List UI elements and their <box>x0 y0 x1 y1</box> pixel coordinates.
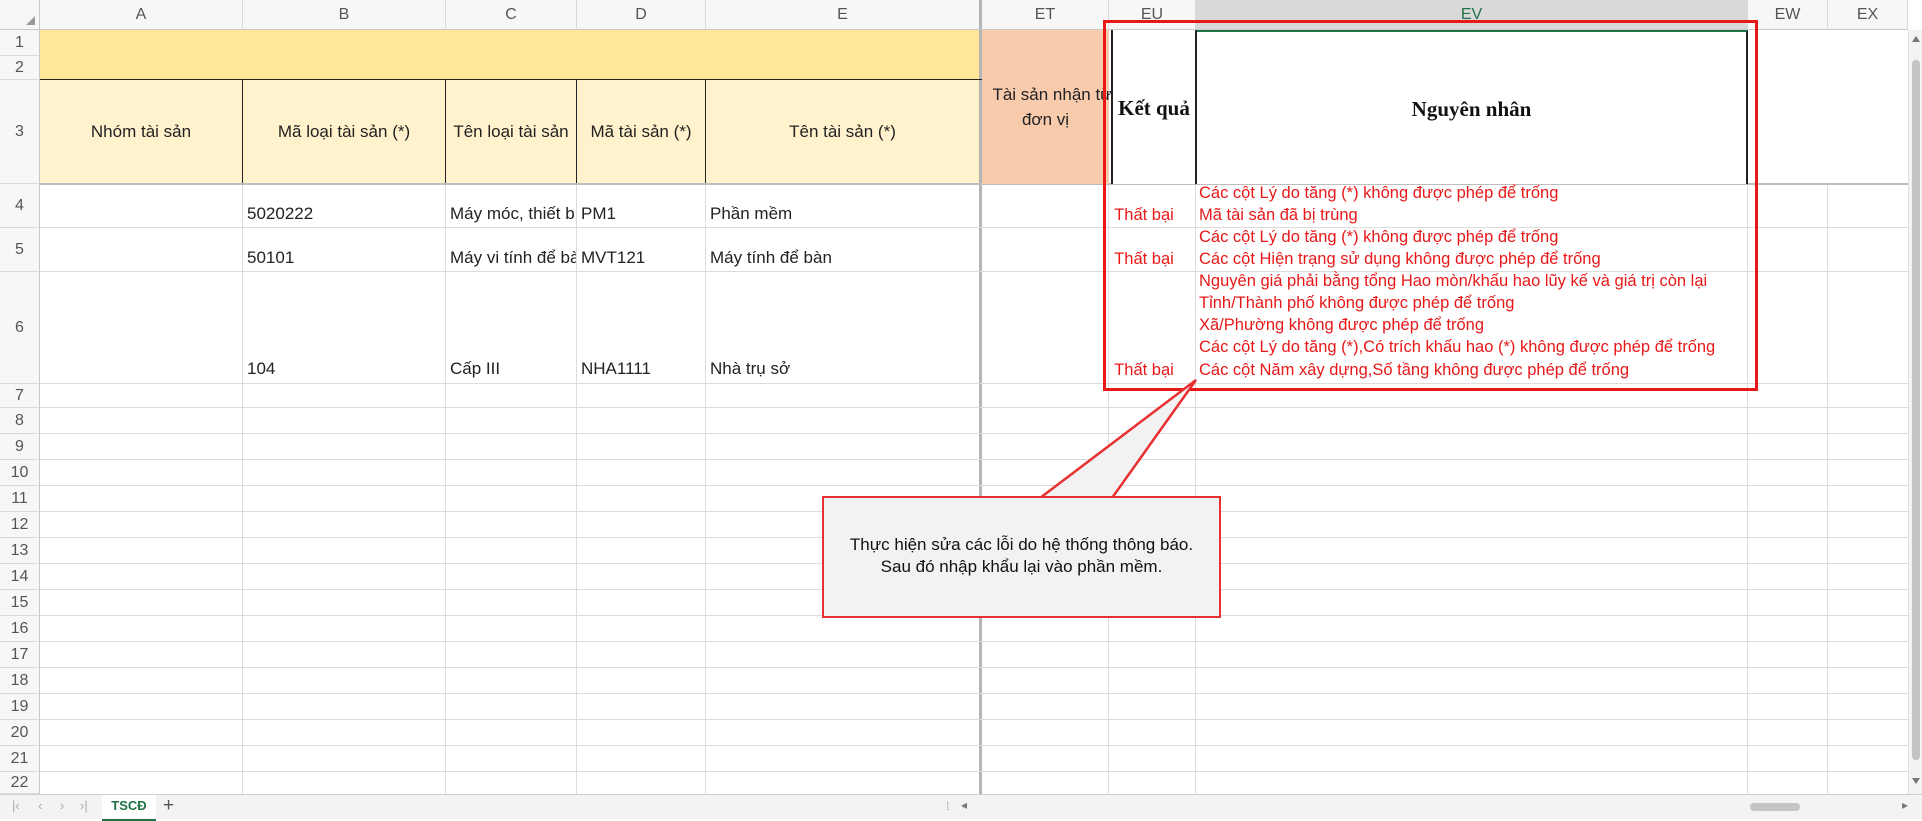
header-tai-san-nhan-tu-don-vi[interactable]: Tài sản nhận từ đơn vị <box>982 30 1112 184</box>
gridline <box>40 407 1908 408</box>
sheet-tab-label: TSCĐ <box>111 798 147 813</box>
vertical-scrollbar[interactable] <box>1908 30 1922 794</box>
gridline <box>40 485 1908 486</box>
row-header-13[interactable]: 13 <box>0 538 40 564</box>
row-header-19[interactable]: 19 <box>0 694 40 720</box>
title-band[interactable] <box>40 30 982 80</box>
cell-d4[interactable]: PM1 <box>581 204 705 224</box>
row-header-4[interactable]: 4 <box>0 184 40 228</box>
callout-box: Thực hiện sửa các lỗi do hệ thống thông … <box>822 496 1221 618</box>
cell-c5[interactable]: Máy vi tính để bà <box>450 248 576 268</box>
sheet-tab-bar: |‹ ‹ › ›| TSCĐ + ⁞ ◂ ▸ <box>0 794 1922 821</box>
spreadsheet: A B C D E ET EU EV EW EX 1 2 3 4 5 6 7 8… <box>0 0 1922 821</box>
callout-line2: Sau đó nhập khẩu lại vào phần mềm. <box>880 557 1163 576</box>
scroll-left-arrow[interactable]: ◂ <box>961 798 967 812</box>
gridline <box>40 641 1908 642</box>
cell-c4[interactable]: Máy móc, thiết b <box>450 204 576 224</box>
callout-line1: Thực hiện sửa các lỗi do hệ thống thông … <box>849 535 1194 554</box>
row-header-2[interactable]: 2 <box>0 56 40 80</box>
scroll-right-arrow[interactable]: ▸ <box>1902 798 1908 812</box>
gridline <box>40 719 1908 720</box>
highlight-box <box>1103 20 1758 391</box>
scroll-down-arrow[interactable] <box>1912 778 1920 784</box>
horizontal-scroll-thumb[interactable] <box>1750 803 1800 811</box>
gridline <box>40 433 1908 434</box>
column-header-d[interactable]: D <box>577 0 706 30</box>
cell-b5[interactable]: 50101 <box>247 248 442 268</box>
cell-d6[interactable]: NHA1111 <box>581 359 705 379</box>
header-et-line2: đơn vị <box>1021 110 1070 129</box>
select-all-corner[interactable] <box>0 0 40 30</box>
header-ma-tai-san[interactable]: Mã tài sản (*) <box>577 80 706 184</box>
cell-b4[interactable]: 5020222 <box>247 204 442 224</box>
cell-c6[interactable]: Cấp III <box>450 359 576 379</box>
row-header-5[interactable]: 5 <box>0 228 40 272</box>
row-header-16[interactable]: 16 <box>0 616 40 642</box>
row-header-15[interactable]: 15 <box>0 590 40 616</box>
cell-e4[interactable]: Phần mềm <box>710 204 978 224</box>
column-header-ew[interactable]: EW <box>1748 0 1828 30</box>
gridline <box>40 745 1908 746</box>
header-ten-loai-tai-san[interactable]: Tên loại tài sản <box>446 80 577 184</box>
row-header-7[interactable]: 7 <box>0 384 40 408</box>
cell-e6[interactable]: Nhà trụ sở <box>710 359 978 379</box>
row-header-20[interactable]: 20 <box>0 720 40 746</box>
row-header-18[interactable]: 18 <box>0 668 40 694</box>
cell-e5[interactable]: Máy tính để bàn <box>710 248 978 268</box>
vertical-scroll-thumb[interactable] <box>1912 60 1920 760</box>
row-header-22[interactable]: 22 <box>0 772 40 794</box>
prev-sheet-nav-icon[interactable]: ‹ <box>38 798 42 813</box>
row-header-9[interactable]: 9 <box>0 434 40 460</box>
header-ten-tai-san[interactable]: Tên tài sản (*) <box>706 80 982 184</box>
row-header-3[interactable]: 3 <box>0 80 40 184</box>
column-header-et[interactable]: ET <box>982 0 1109 30</box>
cell-b6[interactable]: 104 <box>247 359 442 379</box>
row-header-11[interactable]: 11 <box>0 486 40 512</box>
callout-pointer <box>1036 379 1198 500</box>
column-header-c[interactable]: C <box>446 0 577 30</box>
gridline <box>40 771 1908 772</box>
row-header-17[interactable]: 17 <box>0 642 40 668</box>
scroll-up-arrow[interactable] <box>1912 36 1920 42</box>
tab-splitter-icon[interactable]: ⁞ <box>946 799 949 813</box>
gridline <box>40 693 1908 694</box>
header-ma-loai-tai-san[interactable]: Mã loại tài sản (*) <box>243 80 446 184</box>
column-header-b[interactable]: B <box>243 0 446 30</box>
last-sheet-nav-icon[interactable]: ›| <box>80 798 88 813</box>
row-header-12[interactable]: 12 <box>0 512 40 538</box>
next-sheet-nav-icon[interactable]: › <box>60 798 64 813</box>
row-header-10[interactable]: 10 <box>0 460 40 486</box>
gridline <box>40 667 1908 668</box>
column-header-e[interactable]: E <box>706 0 982 30</box>
gridline <box>40 459 1908 460</box>
column-header-ex[interactable]: EX <box>1828 0 1908 30</box>
row-header-21[interactable]: 21 <box>0 746 40 772</box>
row-header-6[interactable]: 6 <box>0 272 40 384</box>
add-sheet-button[interactable]: + <box>163 795 174 817</box>
row-header-8[interactable]: 8 <box>0 408 40 434</box>
header-et-line1: Tài sản nhận từ <box>992 85 1112 104</box>
row-header-1[interactable]: 1 <box>0 30 40 56</box>
header-nhom-tai-san[interactable]: Nhóm tài sản <box>40 80 243 184</box>
sheet-tab-tscd[interactable]: TSCĐ <box>102 795 156 821</box>
cell-d5[interactable]: MVT121 <box>581 248 705 268</box>
first-sheet-nav-icon[interactable]: |‹ <box>12 798 20 813</box>
column-header-a[interactable]: A <box>40 0 243 30</box>
row-header-14[interactable]: 14 <box>0 564 40 590</box>
